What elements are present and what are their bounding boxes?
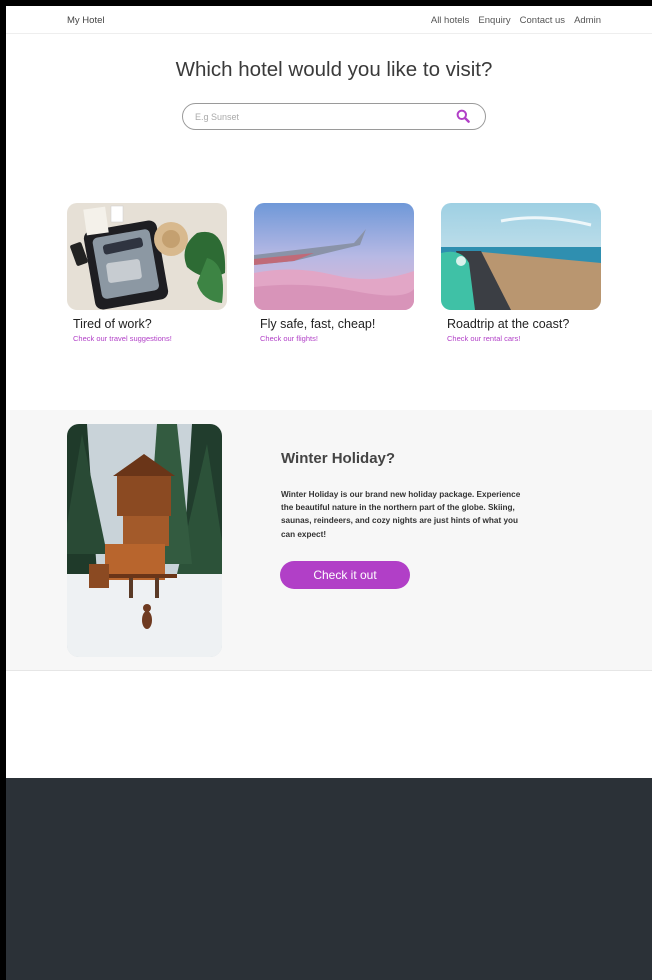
nav-links: All hotels Enquiry Contact us Admin xyxy=(431,15,601,26)
card-flights: Fly safe, fast, cheap! Check our flights… xyxy=(254,203,414,343)
nav-contact-us[interactable]: Contact us xyxy=(520,15,565,26)
top-nav: My Hotel All hotels Enquiry Contact us A… xyxy=(6,6,652,34)
check-it-out-button[interactable]: Check it out xyxy=(280,561,410,589)
treehouse-image xyxy=(67,424,222,657)
card-travel-image xyxy=(67,203,227,310)
winter-holiday-section: Winter Holiday? Winter Holiday is our br… xyxy=(6,410,652,671)
card-travel-link[interactable]: Check our travel suggestions! xyxy=(67,334,227,343)
feature-body: Winter Holiday is our brand new holiday … xyxy=(281,490,521,539)
card-rental-title: Roadtrip at the coast? xyxy=(447,317,570,331)
search-icon xyxy=(456,109,470,123)
nav-all-hotels[interactable]: All hotels xyxy=(431,15,470,26)
nav-enquiry[interactable]: Enquiry xyxy=(478,15,510,26)
search-bar xyxy=(182,103,486,130)
card-travel: Tired of work? Check our travel suggesti… xyxy=(67,203,227,343)
footer xyxy=(6,778,652,980)
card-flights-link[interactable]: Check our flights! xyxy=(254,334,414,343)
search-button[interactable] xyxy=(455,109,471,125)
card-rental-image xyxy=(441,203,601,310)
card-flights-image xyxy=(254,203,414,310)
search-input[interactable] xyxy=(195,109,435,125)
card-travel-title: Tired of work? xyxy=(73,317,152,331)
hero-title: Which hotel would you like to visit? xyxy=(175,58,493,81)
brand-link[interactable]: My Hotel xyxy=(67,15,104,26)
card-flights-title: Fly safe, fast, cheap! xyxy=(260,317,376,331)
nav-admin[interactable]: Admin xyxy=(574,15,601,26)
card-rental-link[interactable]: Check our rental cars! xyxy=(441,334,601,343)
card-rental: Roadtrip at the coast? Check our rental … xyxy=(441,203,601,343)
page: My Hotel All hotels Enquiry Contact us A… xyxy=(6,6,652,980)
feature-title: Winter Holiday? xyxy=(281,450,396,467)
